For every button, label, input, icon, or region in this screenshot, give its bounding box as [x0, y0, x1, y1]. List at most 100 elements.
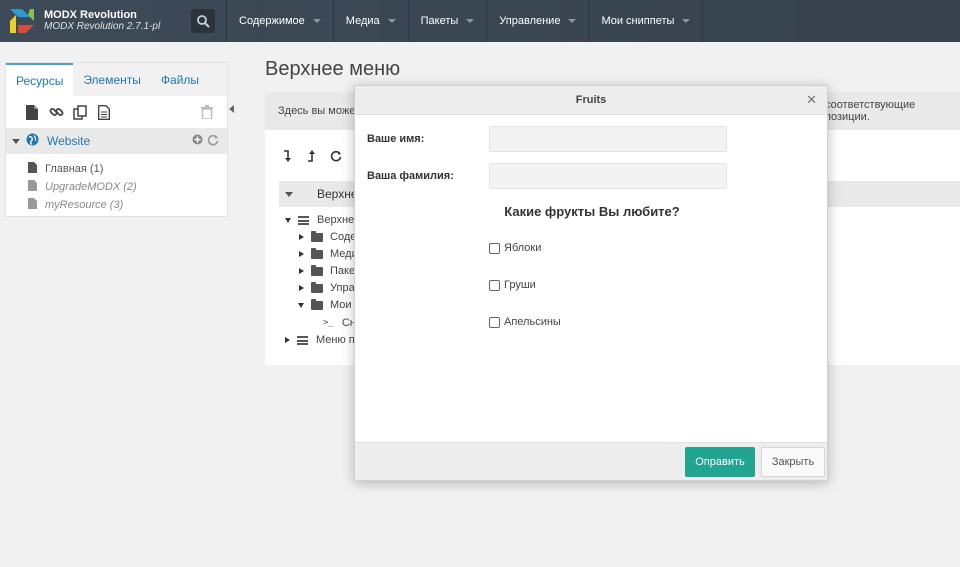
chevron-down-icon: [682, 19, 691, 23]
nav-manage[interactable]: Управление: [486, 0, 588, 42]
checkbox-apples[interactable]: Яблоки: [489, 242, 541, 254]
last-name-row: Ваша фамилия:: [367, 163, 727, 189]
folder-icon: [311, 230, 323, 242]
trash-icon[interactable]: [195, 102, 219, 122]
globe-icon: [26, 133, 39, 149]
first-name-label: Ваше имя:: [367, 133, 425, 145]
last-name-label: Ваша фамилия:: [367, 170, 454, 182]
tree-node[interactable]: >_ Сн: [323, 315, 356, 331]
question-text: Какие фрукты Вы любите?: [504, 204, 680, 219]
nav-media[interactable]: Медиа: [332, 0, 408, 42]
expand-caret-icon[interactable]: [12, 138, 20, 144]
caret-down-icon[interactable]: [298, 302, 304, 308]
context-website[interactable]: Website: [6, 128, 227, 154]
checkbox-box[interactable]: [489, 242, 500, 254]
tree-node[interactable]: Управ: [299, 280, 361, 296]
collapse-sidebar-icon[interactable]: [229, 105, 234, 113]
refresh-icon[interactable]: [207, 134, 219, 149]
expand-caret-icon[interactable]: [285, 191, 293, 197]
tree-node[interactable]: Меню п: [285, 332, 355, 348]
static-resource-icon[interactable]: [92, 102, 116, 122]
close-button[interactable]: Закрыть: [761, 447, 825, 477]
modal-footer: Оправить Закрыть: [355, 442, 827, 480]
nav-content-label: Содержимое: [239, 15, 305, 27]
resource-item[interactable]: Главная (1): [6, 160, 227, 178]
question-heading: Какие фрукты Вы любите?: [355, 204, 829, 219]
tab-files[interactable]: Файлы: [151, 63, 209, 96]
brand-version: MODX Revolution 2.7.1-pl: [44, 21, 161, 32]
menu-tree-toolbar: [282, 150, 342, 165]
submit-button[interactable]: Оправить: [685, 447, 755, 477]
menu-tree-header-label: Верхне: [317, 187, 358, 201]
chevron-down-icon: [312, 19, 321, 23]
menu-icon: [297, 335, 308, 345]
nav-manage-label: Управление: [499, 15, 561, 27]
context-name: Website: [47, 134, 91, 148]
move-down-icon[interactable]: [282, 150, 292, 165]
symlink-icon[interactable]: [68, 102, 92, 122]
resource-tree-panel: Ресурсы Элементы Файлы Website Главная (…: [5, 62, 228, 217]
resource-item[interactable]: UpgradeMODX (2): [6, 178, 227, 196]
modal-header[interactable]: Fruits ✕: [355, 86, 827, 115]
checkbox-pears[interactable]: Груши: [489, 279, 536, 291]
caret-right-icon[interactable]: [299, 268, 304, 274]
tree-node-label: Меню п: [316, 334, 355, 346]
resource-item[interactable]: myResource (3): [6, 196, 227, 214]
close-icon[interactable]: ✕: [806, 93, 817, 107]
modx-logo[interactable]: MODX Revolution MODX Revolution 2.7.1-pl: [0, 0, 180, 42]
checkbox-label: Апельсины: [504, 316, 561, 328]
first-name-input[interactable]: [489, 126, 727, 152]
folder-icon: [311, 298, 323, 310]
document-icon: [28, 162, 37, 176]
document-icon: [28, 180, 37, 194]
checkbox-oranges[interactable]: Апельсины: [489, 316, 561, 328]
tree-node-label: Соде: [330, 231, 357, 243]
caret-down-icon[interactable]: [285, 217, 291, 223]
nav-media-label: Медиа: [345, 15, 380, 27]
last-name-input[interactable]: [489, 163, 727, 189]
checkbox-label: Яблоки: [504, 242, 542, 254]
caret-right-icon[interactable]: [285, 337, 290, 343]
tree-node[interactable]: Верхнее: [285, 212, 360, 228]
tree-toolbar: [6, 96, 227, 128]
nav-my-snippets-label: Мои сниппеты: [601, 15, 675, 27]
refresh-icon[interactable]: [330, 150, 342, 165]
description-text-end: соответствующие позиции.: [825, 99, 916, 123]
search-icon: [191, 9, 215, 33]
resource-label: myResource (3): [45, 199, 124, 211]
weblink-icon[interactable]: [44, 102, 68, 122]
caret-right-icon[interactable]: [299, 285, 304, 291]
tree-node[interactable]: Пакет: [299, 263, 360, 279]
nav-my-snippets[interactable]: Мои сниппеты: [588, 0, 704, 42]
checkbox-box[interactable]: [489, 279, 500, 291]
nav-packages-label: Пакеты: [420, 15, 459, 27]
resource-label: Главная (1): [45, 163, 104, 175]
tree-node[interactable]: Соде: [299, 229, 356, 245]
folder-icon: [311, 247, 323, 259]
folder-icon: [311, 281, 323, 293]
folder-icon: [311, 264, 323, 276]
tree-node[interactable]: Меди: [299, 246, 358, 262]
fruits-modal: Fruits ✕ Ваше имя: Ваша фамилия: Какие ф…: [354, 85, 828, 481]
nav-packages[interactable]: Пакеты: [407, 0, 487, 42]
tree-node[interactable]: Мои с: [298, 297, 360, 313]
caret-right-icon[interactable]: [299, 234, 304, 240]
tab-elements[interactable]: Элементы: [73, 63, 151, 96]
terminal-icon: >_: [323, 318, 334, 328]
checkbox-box[interactable]: [489, 316, 500, 328]
tab-resources[interactable]: Ресурсы: [6, 63, 74, 96]
brand-title: MODX Revolution: [44, 9, 137, 21]
search-button[interactable]: [180, 0, 226, 42]
menu-icon: [298, 215, 309, 225]
chevron-down-icon: [466, 19, 475, 23]
caret-right-icon[interactable]: [299, 251, 304, 257]
nav-content[interactable]: Содержимое: [226, 0, 333, 42]
first-name-row: Ваше имя:: [367, 126, 727, 152]
sidebar-tabs: Ресурсы Элементы Файлы: [6, 63, 227, 96]
move-up-icon[interactable]: [306, 150, 316, 165]
add-icon[interactable]: [192, 134, 203, 149]
description-text: Здесь вы может: [278, 105, 360, 117]
page-title: Верхнее меню: [265, 58, 401, 80]
new-document-icon[interactable]: [20, 102, 44, 122]
chevron-down-icon: [568, 19, 577, 23]
